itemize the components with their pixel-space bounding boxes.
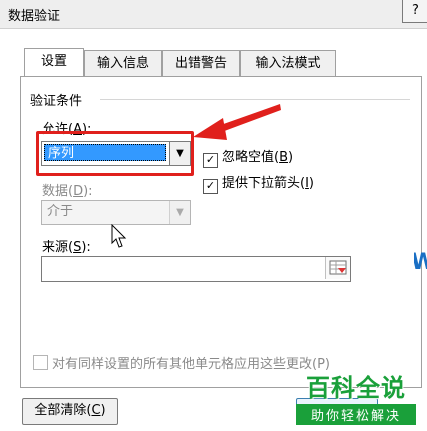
tab-error-alert[interactable]: 出错警告 [162,50,240,76]
clear-all-button[interactable]: 全部清除(C) [22,398,118,425]
mouse-cursor-icon [111,224,127,248]
checkmark-icon[interactable]: ✓ [203,179,218,194]
watermark: 百科全说 助你轻松解决 [296,368,416,425]
range-picker-icon [329,260,347,275]
checkbox-box[interactable] [33,355,48,370]
tab-label: 出错警告 [174,56,227,71]
watermark-main: 百科全说 [306,374,406,402]
annotation-arrow-icon [193,104,281,140]
highlight-frame [36,131,194,176]
range-picker-button[interactable] [325,257,350,279]
tab-ime-mode[interactable]: 输入法模式 [240,50,336,76]
watermark-sub: 助你轻松解决 [296,404,416,425]
data-label: 数据(D): [42,184,93,199]
source-label: 来源(S): [42,240,91,255]
data-select-value: 介于 [47,204,74,219]
dialog-titlebar: 数据验证 ? [0,0,427,29]
background-fragment: W [414,250,427,345]
tab-label: 输入信息 [96,56,149,71]
data-select[interactable]: 介于 ▼ [41,200,191,225]
checkmark-icon[interactable]: ✓ [203,153,218,168]
tab-label: 设置 [40,54,67,69]
tab-settings[interactable]: 设置 [24,48,84,76]
ignore-blank-checkbox[interactable]: ✓ 忽略空值(B) [203,146,293,168]
fragment-glyph: W [414,250,427,275]
source-input[interactable] [41,256,351,282]
help-button[interactable]: ? [402,0,427,23]
help-icon: ? [412,3,419,18]
dialog-title: 数据验证 [8,9,61,24]
section-title: 验证条件 [30,94,83,109]
tab-input-message[interactable]: 输入信息 [84,50,162,76]
in-cell-dropdown-checkbox[interactable]: ✓ 提供下拉箭头(I) [203,172,314,194]
chevron-down-icon: ▼ [169,201,190,224]
tab-label: 输入法模式 [255,56,321,71]
apply-all-checkbox[interactable]: 对有同样设置的所有其他单元格应用这些更改(P) [33,353,330,372]
